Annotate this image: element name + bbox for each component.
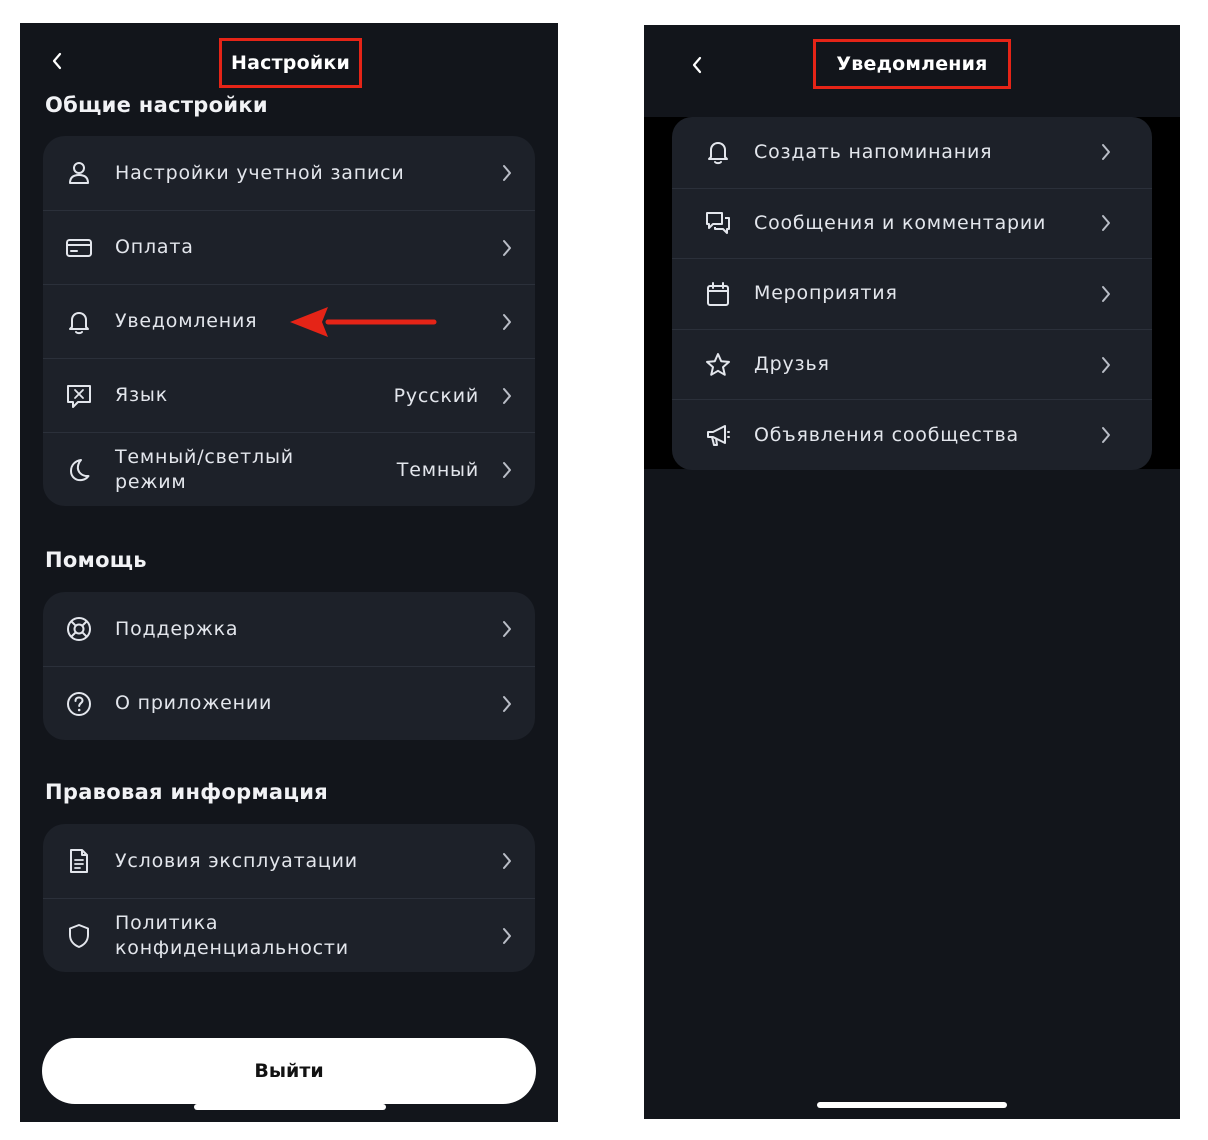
settings-item-label: Темный/светлый режим: [115, 445, 294, 493]
shield-icon: [65, 922, 93, 950]
settings-item-theme[interactable]: Темный/светлый режим Темный: [43, 432, 535, 506]
chevron-right-icon: [503, 927, 511, 944]
settings-item-label: О приложении: [115, 692, 273, 714]
section-title-general: Общие настройки: [45, 93, 268, 117]
notification-item-friends[interactable]: Друзья: [672, 328, 1152, 400]
notification-item-label: Мероприятия: [754, 282, 898, 305]
theme-value: Темный: [396, 458, 479, 481]
bell-icon: [65, 308, 93, 336]
home-indicator: [817, 1102, 1007, 1108]
chevron-right-icon: [503, 461, 511, 478]
chevron-right-icon: [1102, 427, 1110, 444]
settings-item-support[interactable]: Поддержка: [43, 592, 535, 666]
settings-item-label: Уведомления: [115, 310, 258, 332]
chevron-left-icon: [52, 52, 62, 70]
settings-item-privacy[interactable]: Политика конфиденциальности: [43, 898, 535, 972]
user-icon: [65, 159, 93, 187]
chevron-right-icon: [503, 621, 511, 637]
legal-card: Условия эксплуатации Политика конфиденци…: [43, 824, 535, 972]
star-icon: [704, 351, 732, 379]
title-highlight-box: Настройки: [219, 38, 362, 88]
notification-item-announcements[interactable]: Объявления сообщества: [672, 399, 1152, 470]
chevron-right-icon: [1102, 215, 1110, 232]
chevron-right-icon: [1102, 285, 1110, 302]
page-title: Настройки: [231, 52, 350, 74]
back-button[interactable]: [682, 50, 712, 80]
settings-item-label: Настройки учетной записи: [115, 161, 405, 184]
settings-item-account[interactable]: Настройки учетной записи: [43, 136, 535, 210]
page-title: Уведомления: [836, 53, 988, 75]
chevron-right-icon: [503, 313, 511, 330]
notification-item-label: Сообщения и комментарии: [754, 211, 1047, 234]
settings-item-language[interactable]: Язык Русский: [43, 358, 535, 432]
moon-icon: [65, 456, 93, 484]
settings-item-about[interactable]: О приложении: [43, 666, 535, 740]
chevron-right-icon: [1102, 356, 1110, 373]
section-title-help: Помощь: [45, 548, 147, 572]
home-indicator: [194, 1104, 386, 1110]
red-arrow-annotation: [290, 307, 437, 337]
calendar-icon: [704, 280, 732, 308]
title-highlight-box: Уведомления: [813, 39, 1011, 89]
notification-item-reminders[interactable]: Создать напоминания: [672, 117, 1152, 188]
language-icon: [65, 382, 93, 410]
document-icon: [65, 847, 93, 875]
chat-bubbles-icon: [704, 209, 732, 237]
credit-card-icon: [65, 234, 93, 262]
chevron-right-icon: [503, 165, 511, 181]
notification-item-messages[interactable]: Сообщения и комментарии: [672, 187, 1152, 259]
chevron-right-icon: [503, 239, 511, 256]
notification-item-events[interactable]: Мероприятия: [672, 258, 1152, 329]
question-circle-icon: [65, 690, 93, 718]
chevron-right-icon: [1102, 144, 1110, 161]
settings-item-label: Условия эксплуатации: [115, 849, 358, 872]
settings-item-label: Оплата: [115, 236, 194, 258]
logout-label: Выйти: [254, 1060, 324, 1082]
megaphone-icon: [704, 421, 732, 449]
notification-item-label: Объявления сообщества: [754, 423, 1019, 446]
chevron-right-icon: [503, 853, 511, 869]
logout-button[interactable]: Выйти: [42, 1038, 536, 1104]
help-card: Поддержка О приложении: [43, 592, 535, 740]
notifications-screen: Уведомления Создать напоминания Сообщени…: [644, 25, 1180, 1119]
settings-item-payment[interactable]: Оплата: [43, 210, 535, 284]
notification-item-label: Создать напоминания: [754, 140, 993, 163]
back-button[interactable]: [42, 46, 72, 76]
settings-item-terms[interactable]: Условия эксплуатации: [43, 824, 535, 898]
chevron-left-icon: [692, 56, 702, 74]
settings-item-label: Язык: [115, 384, 168, 406]
chevron-right-icon: [503, 695, 511, 712]
settings-item-label: Поддержка: [115, 617, 239, 640]
language-value: Русский: [393, 384, 479, 407]
notifications-card: Создать напоминания Сообщения и коммента…: [672, 117, 1152, 470]
chevron-right-icon: [503, 387, 511, 404]
settings-screen: Настройки Общие настройки Настройки учет…: [20, 23, 558, 1122]
bell-icon: [704, 138, 732, 166]
notification-item-label: Друзья: [754, 353, 830, 376]
section-title-legal: Правовая информация: [45, 780, 329, 804]
settings-item-label: Политика конфиденциальности: [115, 911, 349, 959]
lifebuoy-icon: [65, 615, 93, 643]
